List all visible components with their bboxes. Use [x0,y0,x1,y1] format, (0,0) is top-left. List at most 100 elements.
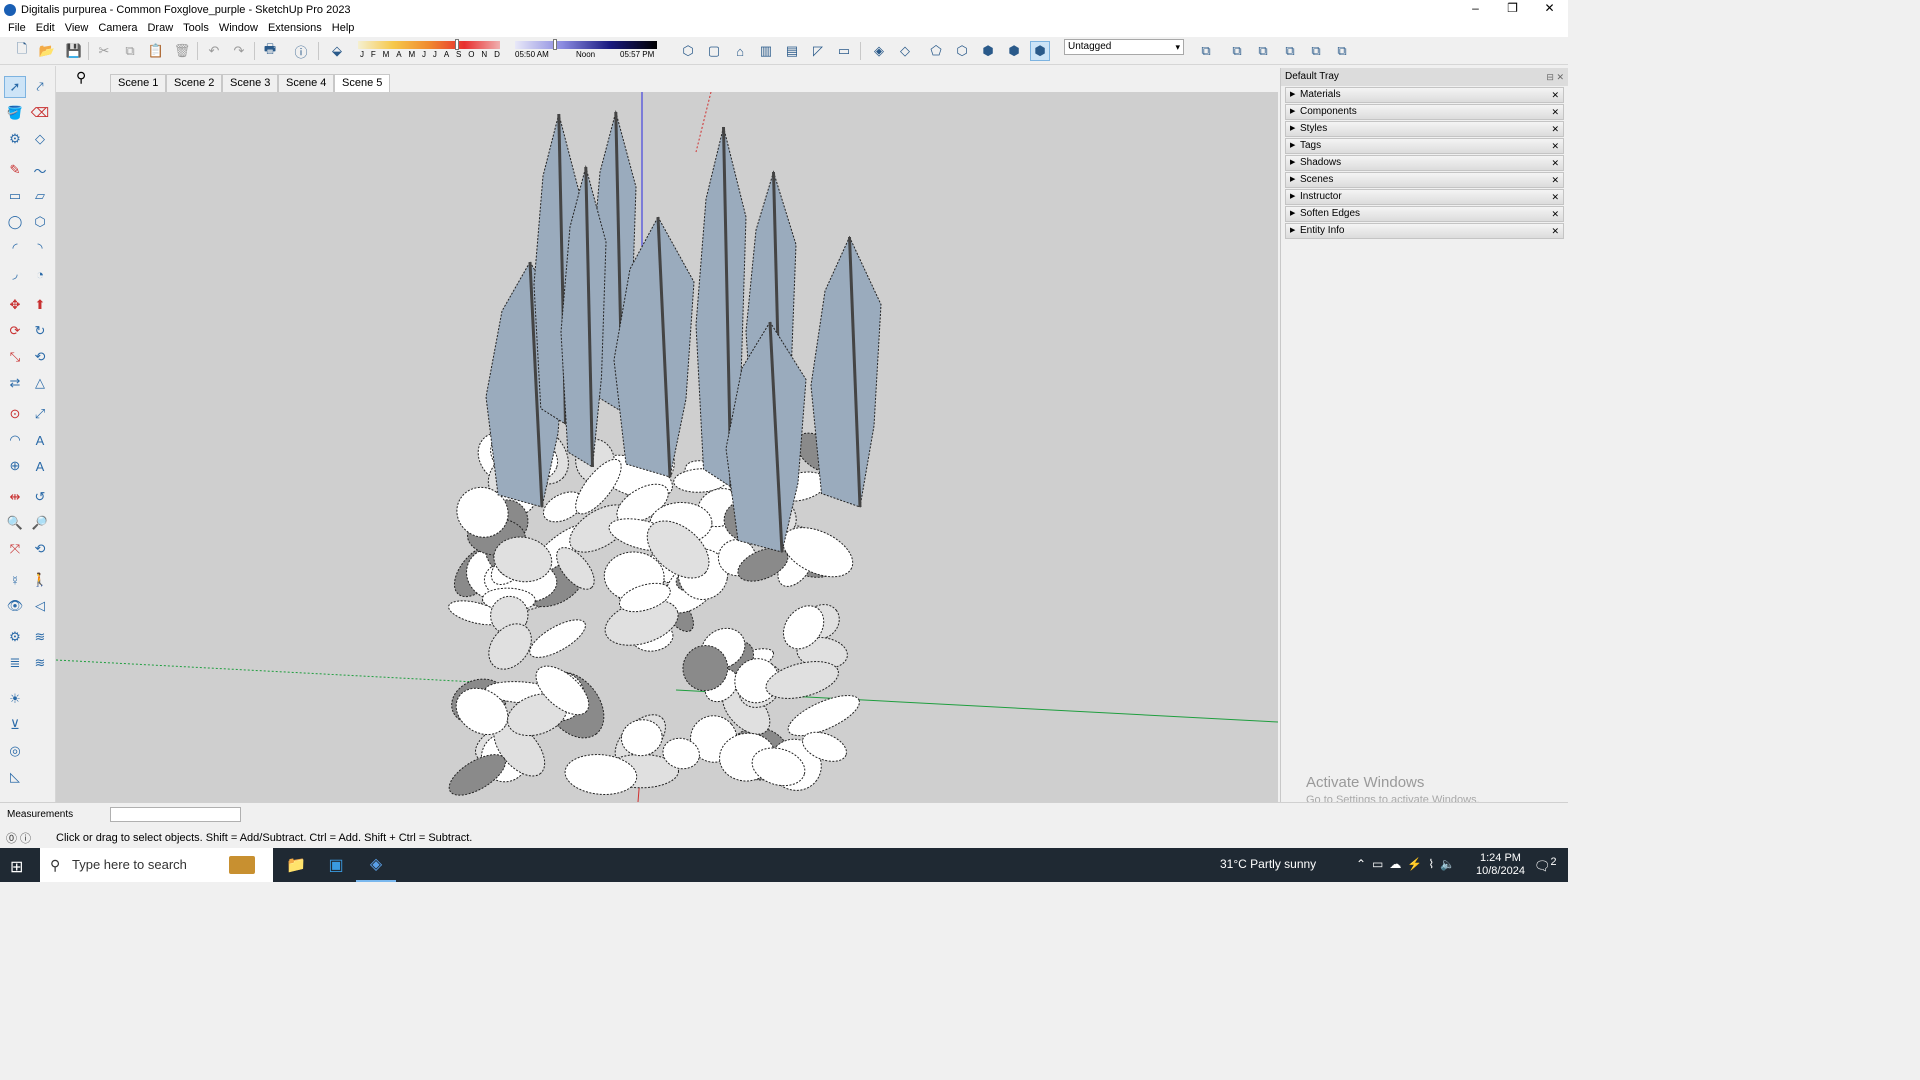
stamp-icon[interactable]: ≋ [29,652,51,674]
sketchup-app-icon[interactable]: ▣ [316,848,356,882]
top-view-icon[interactable]: ▢ [704,41,724,61]
solid-intersect-icon[interactable]: ⧉ [1306,41,1326,61]
sound-icon[interactable]: ◁ [29,595,51,617]
rotated-rectangle-icon[interactable]: ▱ [29,185,51,207]
add-location-icon[interactable]: ☀ [4,688,26,710]
eraser-icon[interactable]: ⌫ [29,102,51,124]
iso-view-icon[interactable]: ⬡ [678,41,698,61]
axes-icon[interactable]: ⊕ [4,455,26,477]
tape-measure-icon[interactable]: ⊙ [4,403,26,425]
mirror-icon[interactable]: △ [29,372,51,394]
menu-camera[interactable]: Camera [93,22,142,34]
scale-icon[interactable]: ⤡ [4,346,26,368]
copy-icon[interactable]: ⧉ [120,41,140,61]
select-tool-icon[interactable]: ➚ [4,76,26,98]
new-file-icon[interactable]: 🗋 [12,41,32,61]
scene-tab-3[interactable]: Scene 3 [222,74,279,92]
redo-icon[interactable]: ↷ [229,41,249,61]
lasso-select-icon[interactable]: ⤤ [29,76,51,98]
close-icon[interactable]: ✕ [1551,190,1559,204]
solid-subtract-icon[interactable]: ⧉ [1253,41,1273,61]
open-folder-icon[interactable]: 📂 [37,41,57,61]
shaded-textures-icon[interactable]: ⬢ [1004,41,1024,61]
status-info-icons[interactable]: ⓪ ⓘ [6,830,31,846]
scene-tab-5[interactable]: Scene 5 [334,74,391,92]
tray-panel-styles[interactable]: ▶ Styles ✕ [1285,121,1564,137]
back-edges-icon[interactable]: ◇ [895,41,915,61]
minimize-button[interactable]: – [1457,0,1494,19]
warehouse-icon[interactable]: ◎ [4,740,26,762]
close-icon[interactable]: ✕ [1551,88,1559,102]
close-icon[interactable]: ✕ [1551,173,1559,187]
print-icon[interactable]: 🖶 [260,41,280,61]
close-icon[interactable]: ✕ [1551,105,1559,119]
tray-panel-materials[interactable]: ▶ Materials ✕ [1285,87,1564,103]
orbit-icon[interactable]: ↺ [29,486,51,508]
circle-icon[interactable]: ◯ [4,211,26,233]
section-plane-icon[interactable]: ⇹ [4,486,26,508]
model-viewport[interactable] [56,92,1278,802]
menu-edit[interactable]: Edit [31,22,60,34]
measurements-input[interactable] [110,807,241,822]
scene-search-icon[interactable]: ⚲ [76,69,86,86]
zoom-window-icon[interactable]: 🔎 [29,512,51,534]
pie-icon[interactable]: ◔ [29,263,51,285]
menu-tools[interactable]: Tools [178,22,214,34]
hidden-line-icon[interactable]: ⬡ [952,41,972,61]
cut-icon[interactable]: ✂ [94,41,114,61]
front-view-icon[interactable]: ⌂ [730,41,750,61]
tag-tool-icon[interactable]: ⚙ [4,128,26,150]
offset-icon[interactable]: ⟲ [29,346,51,368]
month-slider-thumb[interactable] [455,39,460,50]
tray-panel-tags[interactable]: ▶ Tags ✕ [1285,138,1564,154]
taskbar-clock[interactable]: 1:24 PM 10/8/2024 [1476,852,1525,878]
weather-widget[interactable]: 31°C Partly sunny [1220,857,1316,871]
monochrome-icon[interactable]: ⬢ [1030,41,1050,61]
xray-icon[interactable]: ◈ [869,41,889,61]
tray-panel-scenes[interactable]: ▶ Scenes ✕ [1285,172,1564,188]
tray-panel-shadows[interactable]: ▶ Shadows ✕ [1285,155,1564,171]
outliner-icon[interactable]: ⧉ [1196,41,1216,61]
file-explorer-icon[interactable]: 📁 [276,848,316,882]
walk-icon[interactable]: 🚶 [29,569,51,591]
line-tool-icon[interactable]: ✎ [4,159,26,181]
notification-icon[interactable]: 🗨2 [1534,856,1557,874]
solid-split-icon[interactable]: ⧉ [1332,41,1352,61]
menu-draw[interactable]: Draw [142,22,178,34]
sketchup-active-icon[interactable]: ◈ [356,848,396,882]
position-camera-icon[interactable]: ☿ [4,569,26,591]
geo-terrain-icon[interactable]: ⊻ [4,714,26,736]
windows-start-icon[interactable]: ⊞ [10,857,23,877]
scene-tab-4[interactable]: Scene 4 [278,74,335,92]
close-icon[interactable]: ✕ [1551,156,1559,170]
tray-panel-components[interactable]: ▶ Components ✕ [1285,104,1564,120]
tag-dropdown[interactable]: Untagged ▾ [1064,39,1184,55]
sandbox-scratch-icon[interactable]: ≋ [29,626,51,648]
menu-window[interactable]: Window [214,22,263,34]
wireframe-icon[interactable]: ⬠ [926,41,946,61]
freehand-icon[interactable]: 〜 [29,159,51,181]
tray-panel-soften-edges[interactable]: ▶ Soften Edges ✕ [1285,206,1564,222]
paste-icon[interactable]: 📋 [146,41,166,61]
model-info-icon[interactable]: ⓘ [291,41,311,61]
flip-icon[interactable]: ⇄ [4,372,26,394]
rotate-icon[interactable]: ⟳ [4,320,26,342]
protractor-icon[interactable]: ◠ [4,429,26,451]
close-icon[interactable]: ✕ [1551,122,1559,136]
two-point-arc-icon[interactable]: ◝ [29,237,51,259]
system-tray-icons[interactable]: ⌃▭☁⚡⌇🔈 [1356,857,1461,871]
paint-bucket-icon[interactable]: 🪣 [4,102,26,124]
previous-view-icon[interactable]: ⟲ [29,538,51,560]
foxglove-model-drawing[interactable] [56,92,1278,802]
rectangle-icon[interactable]: ▭ [4,185,26,207]
zoom-extents-icon[interactable]: ⤧ [4,538,26,560]
back-view-icon[interactable]: ▤ [782,41,802,61]
shadows-toggle-icon[interactable]: ⬙ [327,41,347,61]
close-icon[interactable]: ✕ [1551,207,1559,221]
solid-trim-icon[interactable]: ⧉ [1280,41,1300,61]
restore-button[interactable]: ❐ [1494,0,1531,19]
sandbox-contours-icon[interactable]: ⚙ [4,626,26,648]
time-slider-thumb[interactable] [552,39,557,50]
close-button[interactable]: ✕ [1531,0,1568,19]
scene-tab-1[interactable]: Scene 1 [110,74,167,92]
